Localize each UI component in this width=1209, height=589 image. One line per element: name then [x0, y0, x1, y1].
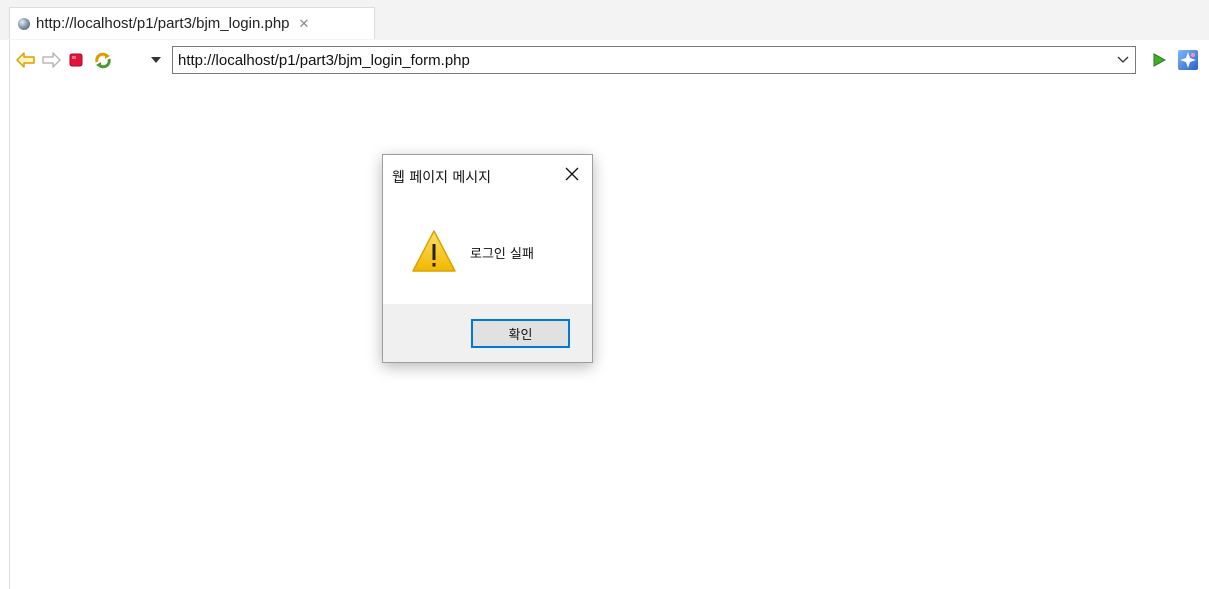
url-history-dropdown-icon[interactable] — [1113, 50, 1133, 70]
dialog-footer: 확인 — [383, 304, 592, 362]
browser-window: http://localhost/p1/part3/bjm_login.php … — [0, 0, 1209, 589]
browser-tab[interactable]: http://localhost/p1/part3/bjm_login.php … — [9, 7, 375, 39]
back-arrow-icon[interactable] — [16, 50, 36, 70]
dialog-message: 로그인 실패 — [470, 247, 534, 262]
navigation-toolbar: http://localhost/p1/part3/bjm_login_form… — [9, 40, 1209, 86]
stop-icon[interactable] — [66, 50, 86, 70]
chevron-down-icon[interactable] — [146, 50, 166, 70]
tab-title: http://localhost/p1/part3/bjm_login.php — [36, 15, 290, 32]
tab-bar: http://localhost/p1/part3/bjm_login.php … — [0, 0, 1209, 40]
ok-button[interactable]: 확인 — [471, 319, 570, 348]
close-icon[interactable] — [562, 164, 582, 184]
address-bar[interactable]: http://localhost/p1/part3/bjm_login_form… — [172, 46, 1136, 74]
url-text[interactable]: http://localhost/p1/part3/bjm_login_form… — [178, 52, 470, 69]
refresh-icon[interactable] — [93, 50, 113, 70]
browser-app-icon[interactable] — [1176, 48, 1200, 72]
dialog-title: 웹 페이지 메시지 — [392, 170, 492, 186]
globe-icon — [18, 17, 30, 30]
tab-close-icon[interactable]: ✕ — [299, 17, 310, 30]
page-content — [9, 86, 1209, 589]
go-icon[interactable] — [1149, 50, 1169, 70]
forward-arrow-icon[interactable] — [41, 50, 61, 70]
warning-icon — [411, 229, 457, 273]
message-dialog: 웹 페이지 메시지 로그인 실패 확인 — [382, 154, 593, 363]
